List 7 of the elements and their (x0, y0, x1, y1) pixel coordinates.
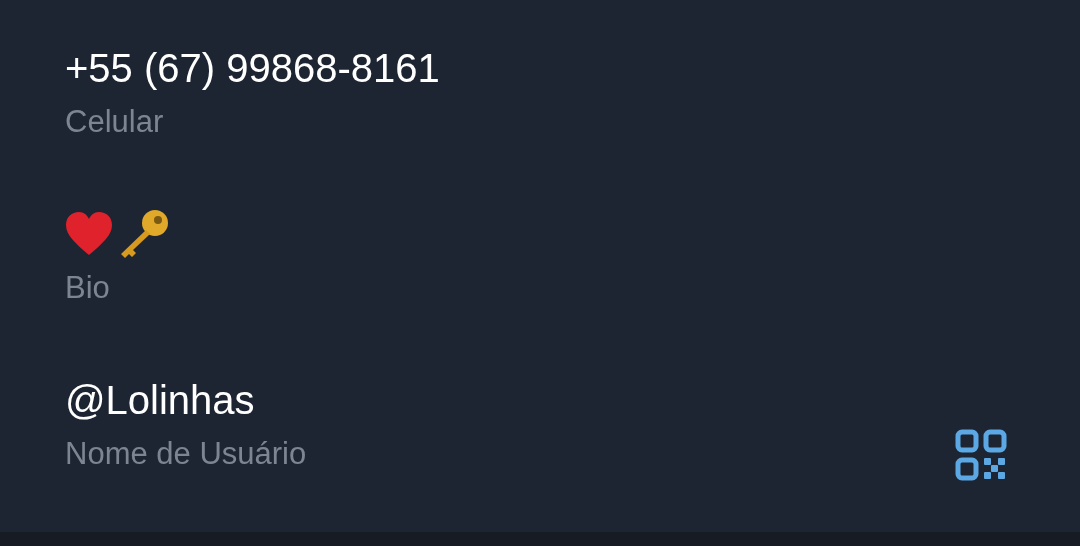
field-label: Celular (65, 103, 164, 141)
qr-code-icon[interactable] (955, 429, 1007, 481)
username-text: @Lolinhas (65, 377, 255, 424)
phone-number: +55 (67) 99868-8161 (65, 45, 440, 92)
field-label: Bio (65, 269, 110, 307)
heart-icon (65, 211, 113, 257)
field-label: Nome de Usuário (65, 435, 307, 473)
